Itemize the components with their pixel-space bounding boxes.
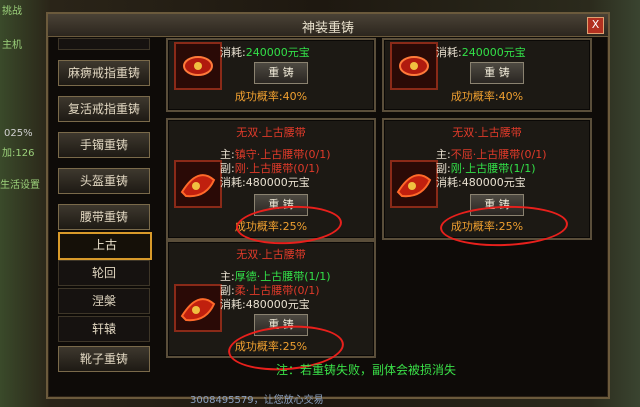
nav-item-nirvana[interactable]: 涅槃 [58, 288, 150, 314]
nav-item-boots[interactable]: 靴子重铸 [58, 346, 150, 372]
close-button[interactable]: X [587, 17, 604, 34]
nav-item-xuanyuan[interactable]: 轩辕 [58, 316, 150, 342]
hud-text: 挑战 [2, 6, 22, 17]
window-title: 神装重铸 [301, 21, 354, 36]
nav-item-reincarnation[interactable]: 轮回 [58, 260, 150, 286]
success-rate: 成功概率:40% [450, 90, 524, 103]
cost-label: 消耗: [220, 176, 246, 189]
cost-label: 消耗: [220, 298, 246, 311]
cost-value: 480000元宝 [461, 176, 526, 189]
belt-item-icon [390, 42, 438, 90]
success-rate: 成功概率:40% [234, 90, 308, 103]
bottom-hud-text: 3008495579，让您放心交易 [190, 395, 324, 406]
cost-label: 消耗: [436, 46, 462, 59]
panel-title: 无双·上古腰带 [236, 126, 306, 139]
panel-title: 无双·上古腰带 [452, 126, 522, 139]
reforge-button[interactable]: 重 铸 [254, 62, 308, 84]
cost-label: 消耗: [436, 176, 462, 189]
panel-title: 无双·上古腰带 [236, 248, 306, 261]
reforge-panel: 消耗:240000元宝 重 铸 成功概率:40% [166, 38, 376, 112]
cost-value: 240000元宝 [245, 46, 310, 59]
nav-item-paralysis-ring[interactable]: 麻痹戒指重铸 [58, 60, 150, 86]
nav-scroll-stub [58, 38, 150, 50]
failure-note: 注：若重铸失败，副体会被损消失 [276, 363, 457, 377]
left-hud: 挑战 主机 025% 加:126 生活设置 [0, 0, 44, 407]
reforge-window: 神装重铸 X 麻痹戒指重铸 复活戒指重铸 手镯重铸 头盔重铸 腰带重铸 上古 轮… [46, 12, 610, 399]
reforge-panel: 消耗:240000元宝 重 铸 成功概率:40% [382, 38, 592, 112]
nav-item-ancient[interactable]: 上古 [58, 232, 152, 260]
nav-item-revive-ring[interactable]: 复活戒指重铸 [58, 96, 150, 122]
nav-item-belt[interactable]: 腰带重铸 [58, 204, 150, 230]
title-bar: 神装重铸 X [48, 14, 608, 37]
belt-item-icon [174, 42, 222, 90]
hud-text: 加:126 [2, 148, 35, 159]
hud-text: 生活设置 [0, 180, 40, 191]
cost-value: 480000元宝 [245, 298, 310, 311]
belt-item-icon [174, 160, 222, 208]
nav-item-bracelet[interactable]: 手镯重铸 [58, 132, 150, 158]
reforge-button[interactable]: 重 铸 [470, 62, 524, 84]
belt-item-icon [174, 284, 222, 332]
cost-label: 消耗: [220, 46, 246, 59]
cost-value: 480000元宝 [245, 176, 310, 189]
belt-item-icon [390, 160, 438, 208]
cost-value: 240000元宝 [461, 46, 526, 59]
hud-text: 025% [4, 128, 33, 139]
hud-text: 主机 [2, 40, 22, 51]
nav-item-helmet[interactable]: 头盔重铸 [58, 168, 150, 194]
